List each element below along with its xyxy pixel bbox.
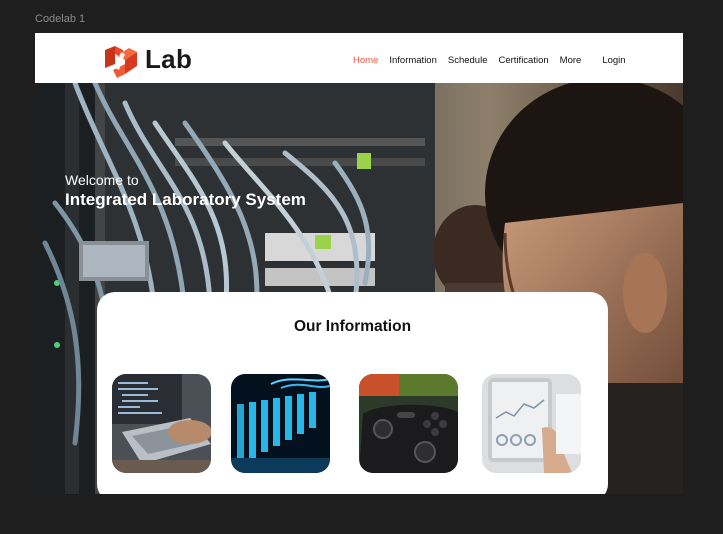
- hero-title: Integrated Laboratory System: [65, 190, 306, 209]
- laptop-code-icon: [112, 374, 211, 473]
- frame-label: Codelab 1: [35, 13, 86, 25]
- page-frame: Lab Home Information Schedule Certificat…: [35, 33, 683, 494]
- nav-home[interactable]: Home: [353, 55, 378, 66]
- game-controller-icon: [359, 374, 458, 473]
- nav-login[interactable]: Login: [602, 55, 625, 66]
- info-card-controller[interactable]: [359, 374, 458, 473]
- navbar: Lab Home Information Schedule Certificat…: [35, 33, 683, 83]
- hero-subtitle: Welcome to: [65, 172, 139, 188]
- info-section: Our Information: [97, 292, 608, 494]
- nav-more[interactable]: More: [560, 55, 582, 66]
- hero-text: Welcome to Integrated Laboratory System: [65, 172, 306, 210]
- logo[interactable]: Lab: [103, 40, 192, 78]
- logo-text: Lab: [145, 43, 193, 74]
- info-card-tablet[interactable]: [482, 374, 581, 473]
- main-nav: Home Information Schedule Certification …: [353, 55, 626, 66]
- info-card-laptop[interactable]: [112, 374, 211, 473]
- info-card-servers[interactable]: [231, 374, 330, 473]
- tablet-chart-icon: [482, 374, 581, 473]
- logo-icon: [105, 46, 137, 78]
- server-rack-icon: [231, 374, 330, 473]
- nav-information[interactable]: Information: [389, 55, 437, 66]
- nav-certification[interactable]: Certification: [499, 55, 549, 66]
- nav-schedule[interactable]: Schedule: [448, 55, 488, 66]
- info-title: Our Information: [293, 318, 412, 335]
